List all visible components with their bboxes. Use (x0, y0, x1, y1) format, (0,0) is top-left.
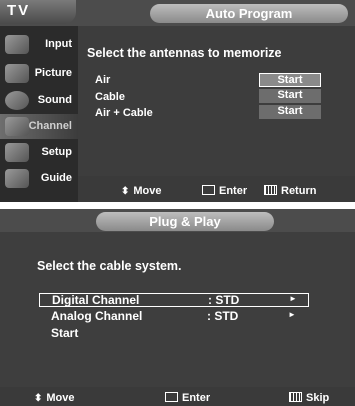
panel-header: Plug & Play (0, 209, 355, 232)
setup-icon (5, 143, 29, 162)
panel-header: TV Auto Program (0, 0, 355, 26)
page-title: Plug & Play (96, 212, 274, 231)
move-arrows-icon: ⬍ (34, 393, 43, 404)
row-name: Analog Channel (51, 309, 143, 323)
sidebar-item-label: Sound (37, 94, 72, 106)
sidebar-item-setup[interactable]: Setup (0, 140, 78, 165)
footer-bar: ⬍ Move Enter Return (0, 182, 355, 202)
move-hint: ⬍ Move (121, 185, 162, 197)
move-arrows-icon: ⬍ (121, 186, 130, 197)
sidebar-item-input[interactable]: Input (0, 32, 78, 57)
channel-icon (5, 117, 29, 136)
enter-label: Enter (182, 392, 211, 404)
sound-icon (5, 91, 29, 110)
return-hint: Return (264, 185, 316, 197)
page-title: Auto Program (150, 4, 348, 23)
skip-hint: Skip (289, 392, 329, 404)
picture-icon (5, 64, 29, 83)
row-name: Digital Channel (52, 293, 140, 307)
sidebar-item-sound[interactable]: Sound (0, 88, 78, 113)
digital-channel-row[interactable]: Digital Channel : STD ► (39, 293, 309, 307)
content-area: Select the cable system. Digital Channel… (0, 232, 355, 387)
sidebar-item-label: Picture (34, 67, 72, 79)
move-label: Move (46, 392, 75, 404)
skip-icon (289, 392, 302, 403)
move-label: Move (133, 185, 162, 197)
option-label-air-cable: Air + Cable (95, 107, 153, 119)
air-cable-start-button[interactable]: Start (259, 105, 321, 119)
cable-start-button[interactable]: Start (259, 89, 321, 103)
return-icon (264, 185, 277, 196)
instruction-text: Select the cable system. (37, 259, 182, 273)
option-label-air: Air (95, 74, 111, 86)
enter-label: Enter (219, 185, 248, 197)
option-label-cable: Cable (95, 91, 125, 103)
sidebar-item-label: Setup (41, 146, 72, 158)
move-hint: ⬍ Move (34, 392, 75, 404)
tv-brand-tab: TV (0, 0, 76, 24)
plug-and-play-panel: Plug & Play Select the cable system. Dig… (0, 209, 355, 406)
row-value: : STD (207, 309, 239, 323)
content-area: Select the antennas to memorize Air Star… (78, 26, 355, 176)
row-value: : STD (208, 293, 240, 307)
input-icon (5, 35, 29, 54)
sidebar-item-picture[interactable]: Picture (0, 61, 78, 86)
instruction-text: Select the antennas to memorize (87, 46, 282, 60)
auto-program-panel: TV Auto Program Input Picture Sound Chan… (0, 0, 355, 202)
enter-hint: Enter (202, 185, 247, 197)
return-label: Return (281, 185, 317, 197)
analog-channel-row[interactable]: Analog Channel : STD ► (39, 309, 309, 324)
sidebar-item-label: Channel (28, 120, 72, 132)
arrow-right-icon: ► (289, 294, 297, 303)
enter-icon (165, 392, 178, 403)
sidebar-menu: Input Picture Sound Channel Setup Guide (0, 26, 78, 202)
footer-bar: ⬍ Move Enter Skip (0, 390, 355, 406)
sidebar-item-channel[interactable]: Channel (0, 114, 78, 139)
enter-hint: Enter (165, 392, 210, 404)
start-row[interactable]: Start (39, 326, 309, 341)
sidebar-item-label: Input (45, 38, 72, 50)
skip-label: Skip (306, 392, 330, 404)
enter-icon (202, 185, 215, 196)
row-name: Start (51, 326, 79, 340)
air-start-button[interactable]: Start (259, 73, 321, 87)
arrow-right-icon: ► (288, 310, 296, 319)
